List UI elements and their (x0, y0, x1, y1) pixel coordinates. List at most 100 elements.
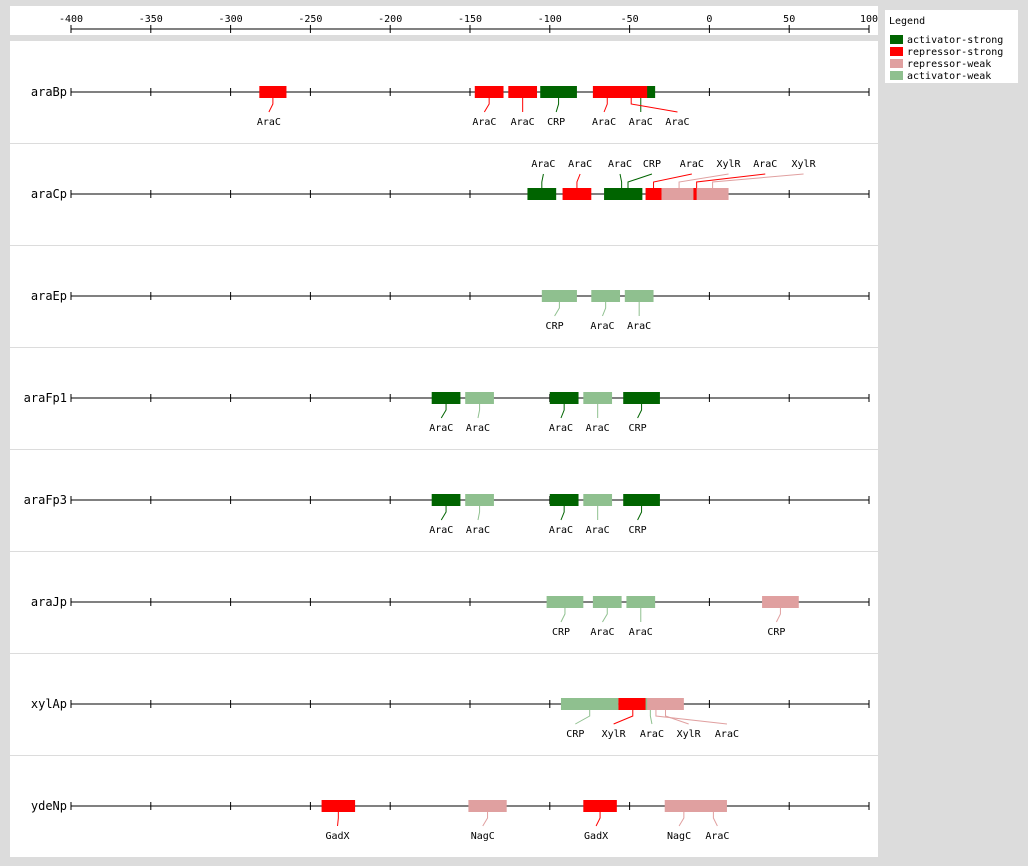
binding-site-label: AraC (549, 423, 573, 434)
promoter-name: araFp1 (24, 391, 67, 405)
binding-site-box (661, 188, 697, 200)
promoter-site-diagram: -400 -350 -300 -250 -200 -150 -100 -50 0 50 100 ar… (10, 6, 1018, 857)
promoter-name: xylAp (31, 697, 67, 711)
binding-site-box (623, 494, 660, 506)
binding-site-box (618, 698, 648, 710)
binding-site-box (623, 392, 660, 404)
binding-site-label: AraC (715, 729, 739, 740)
binding-site-label: AraC (680, 159, 704, 170)
binding-site-label: NagC (471, 831, 495, 842)
binding-site-box (583, 800, 617, 812)
binding-site-box (527, 188, 557, 200)
binding-site-label: AraC (629, 627, 653, 638)
binding-site-label: AraC (429, 423, 453, 434)
legend-swatch-repressor-strong (890, 47, 903, 56)
binding-site-label: AraC (466, 423, 490, 434)
binding-site-box (508, 86, 538, 98)
binding-site-label: CRP (629, 525, 647, 536)
binding-site-label: CRP (547, 117, 565, 128)
binding-site-label: AraC (608, 159, 632, 170)
binding-site-label: CRP (552, 627, 570, 638)
axis-tick-label: -50 (621, 14, 639, 25)
axis-tick-label: -200 (378, 14, 402, 25)
axis-tick-label: -150 (458, 14, 482, 25)
binding-site-label: AraC (590, 321, 614, 332)
binding-site-label: AraC (549, 525, 573, 536)
promoter-name: ydeNp (31, 799, 67, 813)
binding-site-label: CRP (566, 729, 584, 740)
binding-site-label: AraC (429, 525, 453, 536)
binding-site-box (613, 188, 643, 200)
binding-site-box (546, 596, 584, 608)
axis-tick-label: -350 (139, 14, 163, 25)
binding-site-box (624, 290, 654, 302)
legend-label-repressor-strong: repressor-strong (907, 47, 1003, 58)
promoter-name: araCp (31, 187, 67, 201)
binding-site-box (762, 596, 799, 608)
binding-site-box (474, 86, 504, 98)
binding-site-label: AraC (590, 627, 614, 638)
binding-site-box (699, 800, 727, 812)
binding-site-label: AraC (592, 117, 616, 128)
binding-site-label: CRP (629, 423, 647, 434)
binding-site-label: AraC (568, 159, 592, 170)
axis-tick-label: 100 (860, 14, 878, 25)
binding-site-label: GadX (325, 831, 349, 842)
legend-label-activator-strong: activator-strong (907, 35, 1003, 46)
legend-swatch-activator-strong (890, 35, 903, 44)
binding-site-box (321, 800, 356, 812)
binding-site-box (431, 392, 461, 404)
binding-site-label: XylR (717, 159, 742, 170)
axis-tick-label: 50 (783, 14, 795, 25)
legend-swatch-activator-weak (890, 71, 903, 80)
binding-site-label: GadX (584, 831, 608, 842)
binding-site-label: XylR (792, 159, 817, 170)
axis-tick-label: 0 (706, 14, 712, 25)
legend-swatch-repressor-weak (890, 59, 903, 68)
binding-site-label: AraC (531, 159, 555, 170)
binding-site-label: AraC (586, 423, 610, 434)
binding-site-box (664, 800, 704, 812)
binding-site-label: CRP (767, 627, 785, 638)
binding-site-label: AraC (627, 321, 651, 332)
binding-site-box (645, 188, 662, 200)
legend-label-activator-weak: activator-weak (907, 71, 991, 82)
binding-site-label: CRP (643, 159, 661, 170)
binding-site-label: AraC (629, 117, 653, 128)
binding-site-box (562, 188, 592, 200)
binding-site-box (583, 392, 613, 404)
binding-site-box (549, 494, 579, 506)
binding-site-box (549, 392, 579, 404)
binding-site-label: CRP (546, 321, 564, 332)
axis-tick-label: -400 (59, 14, 83, 25)
binding-site-label: AraC (586, 525, 610, 536)
binding-site-label: XylR (677, 729, 702, 740)
binding-site-box (592, 596, 622, 608)
binding-site-label: XylR (602, 729, 627, 740)
binding-site-box (465, 494, 494, 506)
binding-site-label: AraC (466, 525, 490, 536)
promoter-name: araBp (31, 85, 67, 99)
legend: activator-strongrepressor-strongrepresso… (890, 35, 1003, 82)
binding-site-label: AraC (472, 117, 496, 128)
binding-site-box (465, 392, 494, 404)
legend-label-repressor-weak: repressor-weak (907, 59, 991, 70)
promoter-name: araFp3 (24, 493, 67, 507)
binding-site-label: AraC (753, 159, 777, 170)
binding-site-box (696, 188, 729, 200)
binding-site-box (431, 494, 461, 506)
binding-site-box (540, 86, 577, 98)
binding-site-box (468, 800, 507, 812)
binding-site-label: AraC (665, 117, 689, 128)
binding-site-label: AraC (640, 729, 664, 740)
legend-title: Legend (889, 16, 925, 27)
binding-site-box (560, 698, 619, 710)
binding-site-box (626, 596, 656, 608)
binding-site-label: AraC (705, 831, 729, 842)
binding-site-box (583, 494, 613, 506)
axis-tick-label: -250 (298, 14, 322, 25)
binding-site-label: AraC (257, 117, 281, 128)
binding-site-box (541, 290, 577, 302)
binding-site-box (615, 86, 648, 98)
axis-tick-label: -300 (219, 14, 243, 25)
